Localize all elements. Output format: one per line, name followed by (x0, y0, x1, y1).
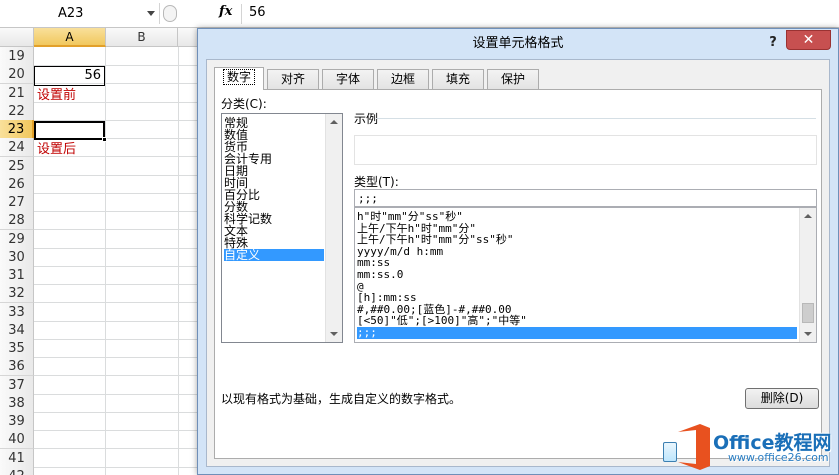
tab-alignment[interactable]: 对齐 (267, 69, 319, 89)
formula-input[interactable]: 56 (249, 5, 266, 20)
row-header-35[interactable]: 35 (0, 339, 34, 358)
format-scrollbar[interactable] (799, 208, 816, 342)
row-header-24[interactable]: 24 (0, 138, 34, 158)
category-list[interactable]: 常规 数值 货币 会计专用 日期 时间 百分比 分数 科学记数 文本 特殊 自定义 (221, 113, 343, 343)
chevron-down-icon[interactable] (147, 11, 155, 16)
scroll-down-icon[interactable] (804, 332, 812, 336)
fill-handle[interactable] (102, 137, 107, 142)
sample-label: 示例 (354, 112, 379, 126)
row-header-38[interactable]: 38 (0, 393, 34, 413)
type-input-value: ;;; (358, 192, 378, 205)
sample-preview (354, 135, 817, 165)
formula-bar-divider (241, 4, 242, 24)
row-header-32[interactable]: 32 (0, 284, 34, 304)
row-header-19[interactable]: 19 (0, 47, 34, 66)
tab-fill[interactable]: 填充 (432, 69, 484, 89)
row-header-28[interactable]: 28 (0, 211, 34, 231)
scroll-up-icon[interactable] (330, 120, 338, 124)
format-code-list[interactable]: h"时"mm"分"ss"秒" 上午/下午h"时"mm"分" 上午/下午h"时"mm"… (354, 207, 817, 343)
row-header-31[interactable]: 31 (0, 266, 34, 285)
cell-a24[interactable]: 设置后 (37, 140, 76, 160)
dialog-title: 设置单元格格式 (472, 36, 564, 51)
row-header-41[interactable]: 41 (0, 448, 34, 468)
type-label: 类型(T): (354, 175, 399, 189)
close-icon: ✕ (802, 32, 815, 48)
row-header-30[interactable]: 30 (0, 247, 34, 267)
tab-number[interactable]: 数字 (214, 67, 264, 90)
category-scrollbar[interactable] (325, 114, 342, 342)
insert-function-icon[interactable]: fx (219, 4, 232, 19)
row-header-27[interactable]: 27 (0, 193, 34, 212)
row-header-39[interactable]: 39 (0, 412, 34, 431)
row-header-34[interactable]: 34 (0, 320, 34, 340)
cell-a20[interactable]: 56 (34, 66, 105, 86)
row-header-26[interactable]: 26 (0, 174, 34, 194)
scroll-down-icon[interactable] (330, 332, 338, 336)
row-header-40[interactable]: 40 (0, 430, 34, 450)
row-header-42[interactable]: 42 (0, 466, 34, 475)
row-header-25[interactable]: 25 (0, 156, 34, 176)
row-header-29[interactable]: 29 (0, 229, 34, 249)
scroll-up-icon[interactable] (804, 214, 812, 218)
formula-bar-resize-handle[interactable] (163, 5, 177, 22)
row-header-22[interactable]: 22 (0, 101, 34, 121)
tab-font[interactable]: 字体 (322, 69, 374, 89)
select-all-corner[interactable] (0, 28, 34, 47)
description-text: 以现有格式为基础，生成自定义的数字格式。 (221, 392, 462, 406)
column-gridline (105, 47, 106, 475)
number-tab-panel: 分类(C): 常规 数值 货币 会计专用 日期 时间 百分比 分数 科学记数 文本 特殊 自定义 示例… (214, 89, 822, 459)
format-code-item[interactable]: [<50]"低";[>100]"高";"中等" (357, 315, 527, 327)
row-header-23[interactable]: 23 (0, 120, 34, 139)
row-header-21[interactable]: 21 (0, 83, 34, 103)
column-gridline (178, 47, 179, 475)
row-header-33[interactable]: 33 (0, 302, 34, 322)
category-label: 分类(C): (221, 97, 267, 111)
name-box[interactable]: A23 (0, 3, 160, 24)
scroll-thumb[interactable] (802, 303, 814, 323)
cell-a23-selected[interactable] (34, 121, 105, 140)
format-code-item[interactable]: ;;; (357, 327, 797, 339)
row-header-36[interactable]: 36 (0, 357, 34, 377)
name-box-value: A23 (58, 6, 84, 21)
formula-bar: A23 fx 56 (0, 0, 839, 28)
watermark-url: www.office26.com (728, 451, 829, 464)
close-button[interactable]: ✕ (786, 30, 831, 50)
tab-label: 数字 (222, 69, 255, 85)
dialog-body: 数字 对齐 字体 边框 填充 保护 分类(C): 常规 数值 货币 会计专用 日期 时间百… (206, 59, 830, 467)
tab-protection[interactable]: 保护 (487, 69, 539, 89)
format-cells-dialog: 设置单元格格式 ? ✕ 数字 对齐 字体 边框 填充 保护 分类(C): 常规数… (197, 28, 839, 475)
sample-group-line (376, 118, 816, 119)
row-header-20[interactable]: 20 (0, 65, 34, 85)
column-header-a[interactable]: A (34, 28, 106, 47)
column-header-b[interactable]: B (106, 28, 178, 47)
delete-button[interactable]: 删除(D) (745, 388, 819, 409)
category-item[interactable]: 自定义 (224, 249, 324, 261)
help-button[interactable]: ? (764, 33, 782, 53)
tab-border[interactable]: 边框 (377, 69, 429, 89)
row-header-37[interactable]: 37 (0, 375, 34, 395)
type-input[interactable]: ;;; (354, 189, 817, 207)
cell-a21[interactable]: 设置前 (37, 86, 76, 106)
